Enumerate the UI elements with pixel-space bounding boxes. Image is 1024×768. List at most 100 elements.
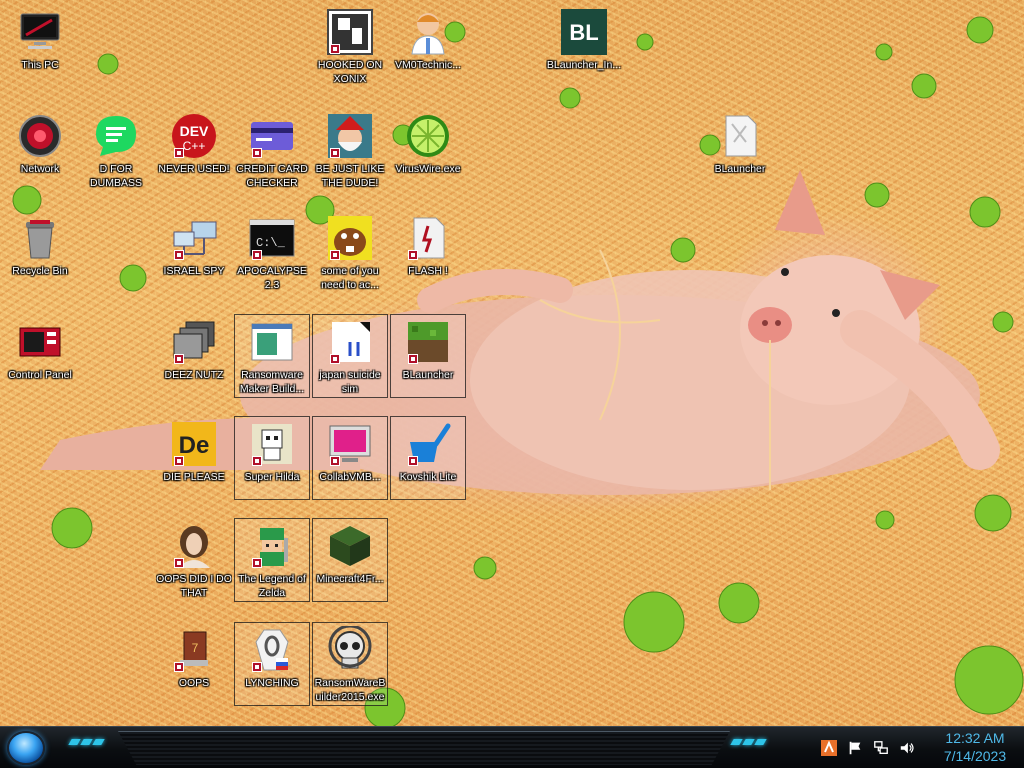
desktop-icon-control-panel[interactable]: Control Panel (2, 314, 78, 398)
icon-label: This PC (21, 59, 59, 71)
icon-label: CollabVMB... (319, 471, 381, 483)
desktop-icon-israel-spy[interactable]: ISRAEL SPY (156, 210, 232, 294)
shortcut-badge-icon (174, 354, 184, 364)
shortcut-badge-icon (174, 456, 184, 466)
noose-icon (248, 626, 296, 674)
flash-icon (404, 214, 452, 262)
santa-icon (326, 112, 374, 160)
icon-label: BLauncher (402, 369, 454, 381)
network-computers-icon (170, 214, 218, 262)
terminal-icon: C:\_ (248, 214, 296, 262)
taskbar-clock[interactable]: 12:32 AM 7/14/2023 (930, 729, 1020, 767)
desktop-icon-never-used[interactable]: DEV C++ NEVER USED! (156, 108, 232, 192)
desktop-icon-network[interactable]: Network (2, 108, 78, 192)
shortcut-badge-icon (330, 250, 340, 260)
document-icon (716, 112, 764, 160)
svg-text:C:\_: C:\_ (256, 236, 286, 250)
network-tray-icon[interactable] (872, 739, 890, 757)
desktop-icon-die-please[interactable]: De DIE PLEASE (156, 416, 232, 500)
desktop-icon-deez-nutz[interactable]: DEEZ NUTZ (156, 314, 232, 398)
svg-text:De: De (179, 432, 210, 459)
desktop-icon-minecraft4fr[interactable]: Minecraft4Fr... (312, 518, 388, 602)
icon-label: HOOKED ON XONIX (317, 59, 383, 85)
icon-label: BLauncher_In... (546, 59, 622, 71)
desktop-icon-super-hilda[interactable]: Super Hilda (234, 416, 310, 500)
desktop-icon-credit-card-checker[interactable]: CREDIT CARD CHECKER (234, 108, 310, 192)
icon-label: OOPS (178, 677, 210, 689)
clock-date: 7/14/2023 (943, 748, 1007, 764)
zelda-icon (248, 522, 296, 570)
shortcut-badge-icon (174, 148, 184, 158)
desktop-icon-blauncher-block[interactable]: BLauncher (390, 314, 466, 398)
desktop-icon-some-of-you[interactable]: some of you need to ac... (312, 210, 388, 294)
network-icon (16, 112, 64, 160)
desktop-icon-oops-did-i[interactable]: OOPS DID I DO THAT (156, 518, 232, 602)
icon-label: OOPS DID I DO THAT (156, 573, 232, 599)
desktop-icon-blauncher-installer[interactable]: BL BLauncher_In... (546, 4, 622, 88)
icon-label: Minecraft4Fr... (316, 573, 384, 585)
desktop-icon-d-for-dumbass[interactable]: D FOR DUMBASS (78, 108, 154, 192)
desktop-icon-vmtechnic[interactable]: VM0Technic... (390, 4, 466, 88)
icon-label: DIE PLEASE (163, 471, 225, 483)
icon-label: Control Panel (8, 369, 72, 381)
icon-label: BLauncher (714, 163, 766, 175)
xonix-icon (326, 8, 374, 56)
desktop-icon-this-pc[interactable]: This PC (2, 4, 78, 88)
pixel-dog-icon (248, 420, 296, 468)
icon-label: FLASH ! (408, 265, 448, 277)
taskbar-decoration-left (68, 739, 105, 745)
desktop-icon-ransomwarebuilder[interactable]: RansomWareBuilder2015.exe (312, 622, 388, 706)
shortcut-badge-icon (330, 456, 340, 466)
icon-label: Super Hilda (244, 471, 300, 483)
lime-icon (404, 112, 452, 160)
taskbar-task-area[interactable] (118, 731, 730, 765)
de-icon: De (170, 420, 218, 468)
icon-label: japan suicide sim (319, 369, 381, 395)
windows-stack-icon (170, 318, 218, 366)
clock-time: 12:32 AM (945, 730, 1005, 746)
page-icon (326, 318, 374, 366)
taskbar-decoration-right (730, 739, 767, 745)
desktop-icon-ransomware-maker[interactable]: Ransomware Maker Build... (234, 314, 310, 398)
desktop-icon-recycle-bin[interactable]: Recycle Bin (2, 210, 78, 294)
desktop-icon-apocalypse[interactable]: C:\_ APOCALYPSE 2.3 (234, 210, 310, 294)
icon-label: D FOR DUMBASS (90, 163, 142, 189)
app-tray-icon[interactable] (820, 739, 838, 757)
desktop-icon-blauncher[interactable]: BLauncher (702, 108, 778, 192)
icon-label: DEEZ NUTZ (164, 369, 224, 381)
control-panel-icon (16, 318, 64, 366)
desktop-icon-legend-of-zelda[interactable]: The Legend of Zelda (234, 518, 310, 602)
icon-label: LYNCHING (245, 677, 299, 689)
desktop-icon-flash[interactable]: FLASH ! (390, 210, 466, 294)
monitor-icon (326, 420, 374, 468)
icon-label: Recycle Bin (12, 265, 68, 277)
desktop-icon-japan-suicide-sim[interactable]: japan suicide sim (312, 314, 388, 398)
icon-label: CREDIT CARD CHECKER (236, 163, 308, 189)
chat-icon (92, 112, 140, 160)
desktop-icon-be-just-like-the-dude[interactable]: BE JUST LIKE THE DUDE! (312, 108, 388, 192)
icon-label: Kovshik Lite (399, 471, 457, 483)
icon-label: some of you need to ac... (321, 265, 379, 291)
icon-label: BE JUST LIKE THE DUDE! (315, 163, 385, 189)
desktop-icon-lynching[interactable]: LYNCHING (234, 622, 310, 706)
shortcut-badge-icon (174, 558, 184, 568)
desktop-icon-hooked-on-xonix[interactable]: HOOKED ON XONIX (312, 4, 388, 88)
recycle-bin-icon (16, 214, 64, 262)
shortcut-badge-icon (330, 148, 340, 158)
volume-icon[interactable] (898, 739, 916, 757)
desktop-icon-viruswire[interactable]: VirusWire.exe (390, 108, 466, 192)
system-tray (792, 735, 932, 761)
beaver-icon (326, 214, 374, 262)
desktop-icon-oops[interactable]: 7 OOPS (156, 622, 232, 706)
desktop-icon-kovshik-lite[interactable]: Kovshik Lite (390, 416, 466, 500)
installer-icon (248, 318, 296, 366)
icon-label: Ransomware Maker Build... (239, 369, 305, 395)
icon-label: ISRAEL SPY (163, 265, 225, 277)
desktop-icon-collabvm[interactable]: CollabVMB... (312, 416, 388, 500)
computer-icon (16, 8, 64, 56)
svg-text:DEV: DEV (180, 123, 209, 139)
flag-icon[interactable] (846, 739, 864, 757)
start-orb-icon[interactable] (7, 731, 45, 765)
ladle-icon (404, 420, 452, 468)
dirt-block-icon (326, 522, 374, 570)
